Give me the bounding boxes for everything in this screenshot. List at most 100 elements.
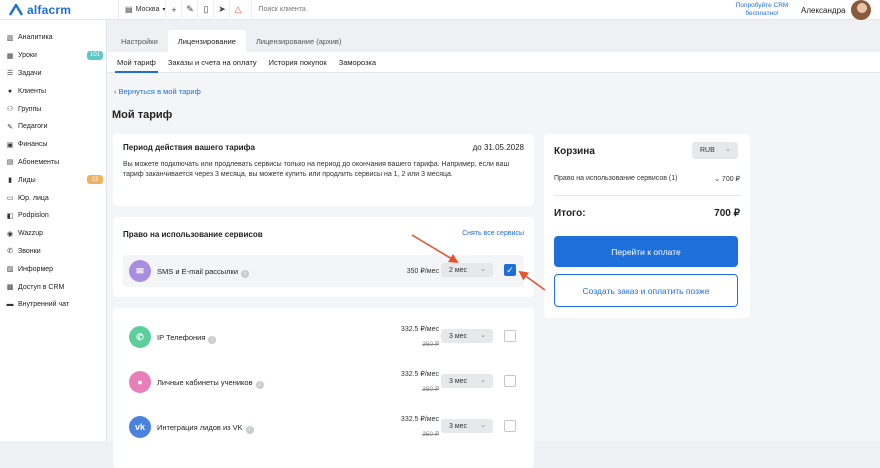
currency-select[interactable]: RUB ⌄ <box>692 142 738 159</box>
student-icon: ● <box>129 371 151 393</box>
telegram-icon[interactable]: ➤ <box>213 0 229 20</box>
service-rights-card: Право на использование сервисов Снять вс… <box>113 217 534 297</box>
cart-line-item: Право на использование сервисов (1) ⌄ 70… <box>554 175 740 183</box>
sidebar-item[interactable]: ⚇ Группы <box>0 100 106 118</box>
sidebar-item-label: Клиенты <box>18 87 47 95</box>
currency-value: RUB <box>700 147 715 154</box>
sidebar-item[interactable]: ▤ Абонементы <box>0 154 106 172</box>
logo-text: alfacrm <box>27 2 72 17</box>
sidebar-item[interactable]: ▣ Финансы <box>0 136 106 154</box>
cart-card: Корзина RUB ⌄ Право на использование сер… <box>544 134 750 318</box>
city-label: Москва <box>135 6 160 13</box>
service-old-price: 350 ₽ <box>422 386 439 393</box>
sidebar-item[interactable]: ▥ Аналитика <box>0 29 106 47</box>
subtab-purchase-history[interactable]: История покупок <box>263 52 333 72</box>
sidebar-item[interactable]: ● Клиенты <box>0 82 106 100</box>
service-name: Интеграция лидов из VK i <box>157 423 254 434</box>
service-row: ✉ SMS и E-mail рассылки i 350 ₽/мес 2 мес ⌄ ✓ <box>123 255 524 287</box>
period-select-value: 2 мес <box>449 266 468 274</box>
service-row: vk Интеграция лидов из VK i 332.5 ₽/мес 350 … <box>123 411 524 443</box>
services-list-card: ✆ IP Телефония i 332.5 ₽/мес 350 ₽3 мес ⌄ ● Лич… <box>113 308 534 468</box>
info-icon[interactable]: i <box>255 381 264 389</box>
period-select[interactable]: 2 мес ⌄ <box>441 263 493 277</box>
sidebar-item[interactable]: ◧ Podpislon <box>0 207 106 225</box>
service-checkbox[interactable]: ✓ <box>504 264 516 276</box>
period-select[interactable]: 3 мес ⌄ <box>441 419 493 433</box>
rights-title: Право на использование сервисов <box>123 230 263 239</box>
period-select-value: 3 мес <box>449 377 468 385</box>
teacher-icon: ✎ <box>7 123 13 131</box>
service-checkbox[interactable] <box>504 375 516 387</box>
period-select[interactable]: 3 мес ⌄ <box>441 329 493 343</box>
sidebar-item[interactable]: ✎ Педагоги <box>0 118 106 136</box>
notification-bell-icon[interactable]: △ <box>229 0 245 20</box>
service-name: SMS и E-mail рассылки i <box>157 267 250 278</box>
phone-icon: ✆ <box>129 326 151 348</box>
info-icon[interactable]: i <box>208 336 217 344</box>
cart-line-label: Право на использование сервисов (1) <box>554 175 678 182</box>
info-icon[interactable]: i <box>245 426 254 434</box>
proceed-to-payment-button[interactable]: Перейти к оплате <box>554 236 738 267</box>
user-name[interactable]: Александра <box>801 6 845 15</box>
sidebar-item[interactable]: ▦ Уроки 101 <box>0 47 106 65</box>
deselect-all-link[interactable]: Снять все сервисы <box>462 230 524 237</box>
chevron-down-icon: ⌄ <box>714 176 722 183</box>
service-checkbox[interactable] <box>504 420 516 432</box>
lock-icon: ▩ <box>6 284 14 292</box>
sidebar-item-label: Внутренний чат <box>18 301 70 309</box>
subtab-orders[interactable]: Заказы и счета на оплату <box>162 52 263 72</box>
chevron-down-icon: ⌄ <box>480 332 486 339</box>
sidebar-item[interactable]: ▬ Внутренний чат <box>0 296 106 314</box>
sidebar-item[interactable]: ▩ Доступ в CRM <box>0 278 106 296</box>
sidebar-item[interactable]: ▨ Информер <box>0 260 106 278</box>
tab-licensing-archive[interactable]: Лицензирование (архив) <box>246 30 351 52</box>
period-date: до 31.05.2028 <box>472 143 524 152</box>
back-link[interactable]: ‹ Вернуться в мой тариф <box>114 87 201 96</box>
licensing-subtabs: Мой тариф Заказы и счета на оплату Истор… <box>107 52 880 73</box>
chevron-down-icon: ⌄ <box>480 266 486 273</box>
subtab-my-tariff[interactable]: Мой тариф <box>111 52 162 73</box>
info-icon[interactable]: i <box>241 270 250 278</box>
period-select-value: 3 мес <box>449 422 468 430</box>
city-selector[interactable]: ▤ Москва ▾ <box>118 0 165 20</box>
create-order-button[interactable]: Создать заказ и оплатить позже <box>554 274 738 307</box>
service-name-label: Интеграция лидов из VK <box>157 423 243 432</box>
chevron-down-icon: ⌄ <box>725 146 731 153</box>
sidebar-item-label: Wazzup <box>18 230 44 238</box>
cart-line-amount[interactable]: ⌄ 700 ₽ <box>714 175 740 183</box>
client-search-input[interactable]: Поиск клиента <box>251 0 451 20</box>
wazzup-icon: ◉ <box>6 230 14 238</box>
sidebar-item-label: Финансы <box>18 141 48 149</box>
leads-icon: ▮ <box>8 177 12 185</box>
logo[interactable]: alfacrm <box>8 3 112 17</box>
subtab-freeze[interactable]: Заморозка <box>333 52 382 72</box>
sidebar-item[interactable]: ✆ Звонки <box>0 243 106 261</box>
mail-icon: ✉ <box>129 260 151 282</box>
wrench-icon[interactable]: ✎ <box>181 0 197 20</box>
sidebar-item-label: Podpislon <box>18 212 49 220</box>
avatar[interactable] <box>851 0 871 20</box>
sidebar-item[interactable]: ◉ Wazzup <box>0 225 106 243</box>
period-select[interactable]: 3 мес ⌄ <box>441 374 493 388</box>
sidebar-item-label: Информер <box>18 265 54 273</box>
cart-total-label: Итого: <box>554 208 586 219</box>
service-checkbox[interactable] <box>504 330 516 342</box>
page-title: Мой тариф <box>112 109 173 121</box>
sidebar-item[interactable]: ▭ Юр. лица <box>0 189 106 207</box>
service-name: Личные кабинеты учеников i <box>157 378 264 389</box>
sidebar-item-label: Задачи <box>18 69 42 77</box>
add-icon[interactable]: + <box>165 0 181 20</box>
tab-settings[interactable]: Настройки <box>111 30 168 52</box>
service-row: ✆ IP Телефония i 332.5 ₽/мес 350 ₽ 3 мес ⌄ <box>123 321 524 353</box>
mobile-icon[interactable]: ▯ <box>197 0 213 20</box>
try-free-link[interactable]: Попробуйте CRM бесплатно! <box>730 2 794 17</box>
checkmark-icon: ✓ <box>506 264 514 275</box>
sidebar-item[interactable]: ☰ Задачи <box>0 65 106 83</box>
sidebar-item[interactable]: ▮ Лиды 22 <box>0 171 106 189</box>
sidebar-item-label: Педагоги <box>18 123 48 131</box>
service-name-label: IP Телефония <box>157 333 206 342</box>
tab-licensing[interactable]: Лицензирование <box>167 30 246 52</box>
group-icon: ⚇ <box>6 106 14 114</box>
service-price: 332.5 ₽/мес <box>400 371 439 378</box>
building-icon: ▤ <box>125 5 133 14</box>
